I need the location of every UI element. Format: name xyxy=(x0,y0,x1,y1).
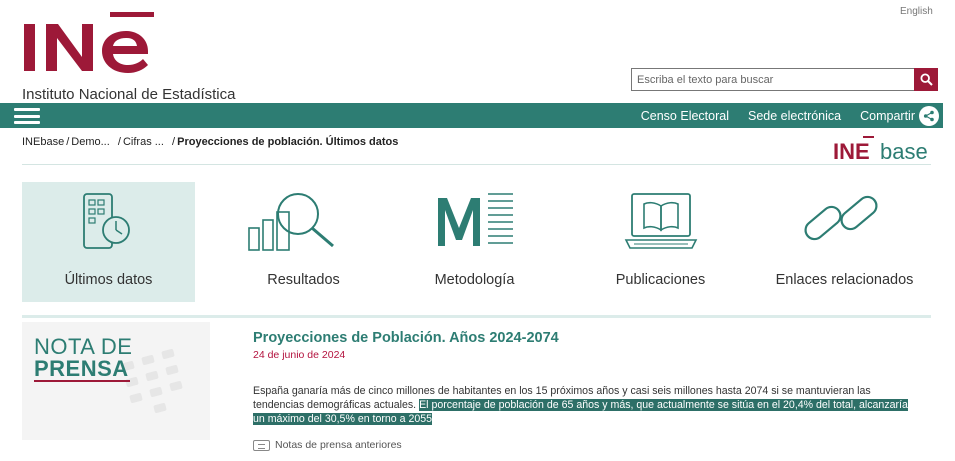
share-icon[interactable] xyxy=(919,105,939,126)
nav-link-censo-electoral[interactable]: Censo Electoral xyxy=(641,109,729,123)
english-language-link[interactable]: English xyxy=(900,6,933,17)
tile-resultados[interactable]: Resultados xyxy=(217,182,390,302)
tile-label: Últimos datos xyxy=(64,272,153,288)
press-release-title[interactable]: Proyecciones de Población. Años 2024-207… xyxy=(253,330,559,346)
section-tiles: Últimos datos Resultados Metodología Pub… xyxy=(22,182,931,302)
chart-magnifier-icon xyxy=(248,193,334,251)
inebase-logo-ine: INE xyxy=(833,139,870,164)
header-divider xyxy=(22,164,931,165)
breadcrumb: INEbase / Demo... / Cifras ... / Proyeccione… xyxy=(22,136,399,148)
calendar-clock-icon xyxy=(83,193,130,249)
main-navbar: Censo Electoral Sede electrónica Compart… xyxy=(0,103,943,128)
tile-publicaciones[interactable]: Publicaciones xyxy=(574,182,747,302)
breadcrumb-demografia[interactable]: Demo... xyxy=(71,136,110,148)
section-divider xyxy=(22,315,931,318)
tile-label: Resultados xyxy=(267,272,340,288)
tile-label: Publicaciones xyxy=(615,272,706,288)
tile-label: Enlaces relacionados xyxy=(775,272,914,288)
breadcrumb-inebase[interactable]: INEbase xyxy=(22,136,64,148)
search-box xyxy=(631,68,938,91)
press-release-date: 24 de junio de 2024 xyxy=(253,349,346,361)
tile-ultimos-datos[interactable]: Últimos datos xyxy=(22,182,195,302)
ine-logo-mark xyxy=(24,12,154,73)
previous-press-releases-label: Notas de prensa anteriores xyxy=(275,439,402,451)
inebase-logo-base: base xyxy=(880,139,928,164)
inebase-logo[interactable]: INE base xyxy=(833,134,928,164)
previous-press-releases-link[interactable]: Notas de prensa anteriores xyxy=(253,439,402,451)
nota-label-line2: PRENSA xyxy=(34,356,129,381)
breadcrumb-current: Proyecciones de población. Últimos datos xyxy=(177,136,399,148)
tile-enlaces-relacionados[interactable]: Enlaces relacionados xyxy=(758,182,931,302)
menu-icon[interactable] xyxy=(14,108,40,124)
nota-underline xyxy=(34,380,130,382)
press-release-summary: España ganaría más de cinco millones de … xyxy=(253,384,913,426)
tile-label: Metodología xyxy=(434,272,515,288)
search-icon xyxy=(919,73,933,86)
methodology-m-icon xyxy=(438,193,513,246)
nota-de-prensa-badge: NOTA DE PRENSA xyxy=(22,322,210,440)
nav-link-sede-electronica[interactable]: Sede electrónica xyxy=(748,109,841,123)
search-input[interactable] xyxy=(632,69,915,90)
laptop-book-icon xyxy=(624,193,698,249)
logo-subtitle: Instituto Nacional de Estadística xyxy=(22,86,236,103)
tile-metodologia[interactable]: Metodología xyxy=(388,182,561,302)
chain-link-icon xyxy=(804,195,878,241)
search-button[interactable] xyxy=(914,68,938,91)
nav-link-compartir[interactable]: Compartir xyxy=(860,109,915,123)
archive-icon xyxy=(253,439,270,451)
ine-logo[interactable]: Instituto Nacional de Estadística xyxy=(22,8,262,103)
breadcrumb-cifras[interactable]: Cifras ... xyxy=(123,136,164,148)
